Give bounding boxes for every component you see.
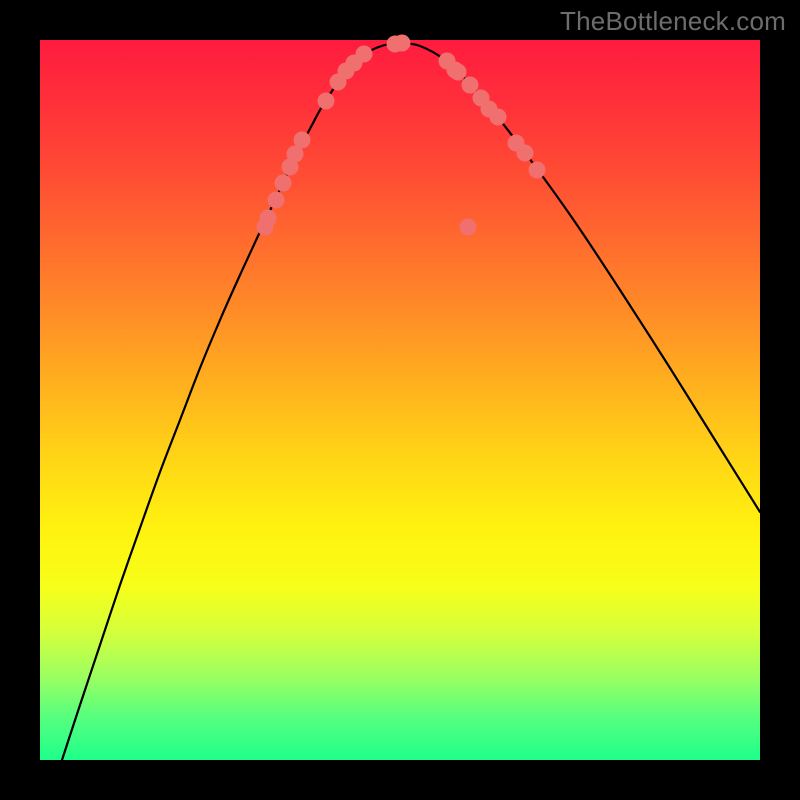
data-point xyxy=(356,46,373,63)
data-point xyxy=(275,175,292,192)
watermark-text: TheBottleneck.com xyxy=(560,6,786,37)
curve-svg xyxy=(40,40,760,760)
data-point xyxy=(318,93,335,110)
bottleneck-curve xyxy=(62,43,760,760)
data-point xyxy=(394,35,411,52)
data-point xyxy=(268,192,285,209)
data-point xyxy=(529,162,546,179)
data-point xyxy=(462,77,479,94)
data-point xyxy=(260,210,277,227)
data-point xyxy=(460,219,477,236)
data-point-markers xyxy=(257,35,546,236)
data-point xyxy=(517,145,534,162)
data-point xyxy=(490,109,507,126)
data-point xyxy=(450,64,467,81)
chart-frame: TheBottleneck.com xyxy=(0,0,800,800)
plot-area xyxy=(40,40,760,760)
data-point xyxy=(294,132,311,149)
